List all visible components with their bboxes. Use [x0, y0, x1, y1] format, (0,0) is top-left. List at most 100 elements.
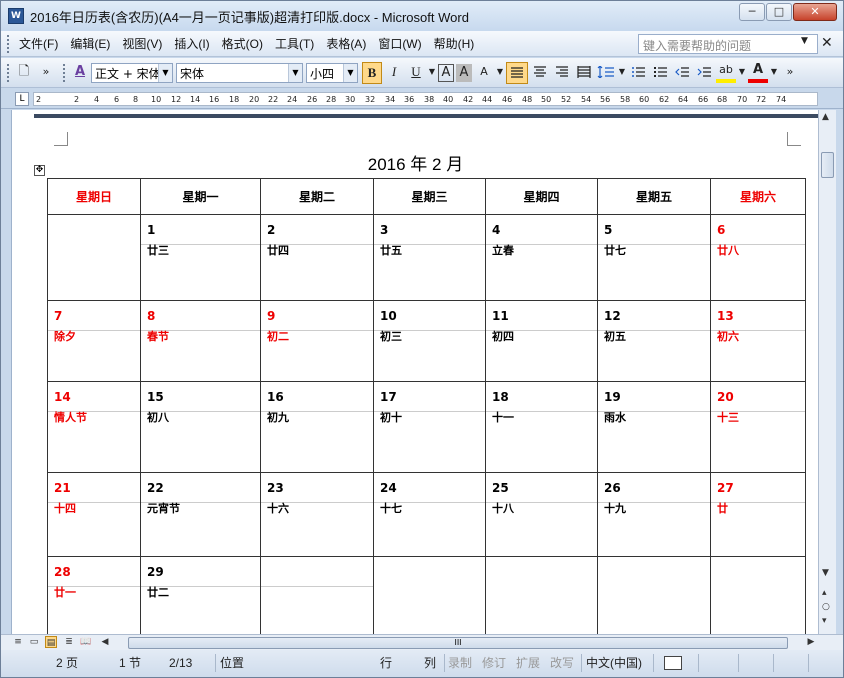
status-column[interactable]: 列 [424, 654, 436, 672]
minimize-button[interactable]: ─ [739, 3, 765, 21]
day-cell[interactable]: 14 情人节 [47, 381, 141, 473]
document-area[interactable]: 2016 年 2 月 ✥ 星期日 星期一 星期二 星期三 星期四 星期五 星期六… [11, 110, 818, 634]
spelling-check-icon[interactable] [664, 656, 682, 670]
menu-table[interactable]: 表格(A) [320, 33, 372, 54]
scroll-down-icon[interactable]: ▼ [822, 568, 829, 578]
day-cell[interactable]: 8 春节 [140, 300, 261, 382]
status-language[interactable]: 中文(中国) [586, 654, 642, 672]
toolbar-overflow-icon[interactable]: » [780, 62, 800, 84]
day-cell[interactable]: 29 廿二 [140, 556, 261, 634]
day-cell[interactable]: 26 十九 [597, 472, 711, 557]
day-cell[interactable]: 3 廿五 [373, 214, 486, 301]
document-close-icon[interactable]: ✕ [821, 35, 833, 51]
word-app-icon[interactable]: W [8, 8, 24, 24]
char-scale-button[interactable]: A [474, 62, 494, 84]
scroll-left-icon[interactable]: ◀ [99, 636, 111, 648]
ruler-scale[interactable]: 2 2 4 6 8 10 12 14 16 18 20 22 24 26 28 … [33, 92, 818, 106]
menu-help[interactable]: 帮助(H) [428, 33, 481, 54]
web-view-icon[interactable]: ▭ [28, 636, 40, 648]
align-justify-button[interactable] [506, 61, 528, 84]
vertical-scrollbar[interactable]: ▲ ▼ ▴ ○ ▾ [818, 110, 836, 634]
day-cell[interactable]: 5 廿七 [597, 214, 711, 301]
day-cell[interactable] [260, 556, 374, 634]
day-cell[interactable] [373, 556, 486, 634]
normal-view-icon[interactable]: ≡ [12, 636, 24, 648]
day-cell[interactable]: 18 十一 [485, 381, 598, 473]
day-cell[interactable]: 28 廿一 [47, 556, 141, 634]
day-cell[interactable]: 17 初十 [373, 381, 486, 473]
scroll-up-icon[interactable]: ▲ [822, 112, 829, 122]
print-layout-view-icon[interactable]: ▤ [45, 636, 57, 648]
calendar-table[interactable]: 星期日 星期一 星期二 星期三 星期四 星期五 星期六 1 廿三 2 廿四 3 廿五 … [47, 178, 806, 634]
reading-view-icon[interactable]: 📖 [80, 636, 92, 648]
day-cell[interactable]: 2 廿四 [260, 214, 374, 301]
font-size-combo[interactable]: 小四 ▼ [306, 62, 358, 83]
align-right-button[interactable] [552, 62, 572, 84]
status-overtype[interactable]: 改写 [550, 654, 574, 672]
day-cell[interactable]: 9 初二 [260, 300, 374, 382]
day-cell[interactable]: 11 初四 [485, 300, 598, 382]
highlight-button[interactable]: ab [716, 63, 736, 83]
increase-indent-button[interactable] [694, 62, 714, 84]
day-cell[interactable]: 10 初三 [373, 300, 486, 382]
day-cell[interactable] [485, 556, 598, 634]
new-document-icon[interactable]: 🗋 [14, 62, 34, 84]
status-track-changes[interactable]: 修订 [482, 654, 506, 672]
table-move-handle-icon[interactable]: ✥ [34, 165, 45, 176]
menu-insert[interactable]: 插入(I) [168, 33, 215, 54]
next-page-icon[interactable]: ▾ [822, 616, 827, 626]
day-cell[interactable]: 13 初六 [710, 300, 806, 382]
char-scale-dropdown-icon[interactable]: ▼ [496, 62, 504, 84]
tab-selector-button[interactable]: L [15, 92, 29, 106]
help-dropdown-icon[interactable]: ▼ [801, 36, 808, 46]
day-cell[interactable]: 7 除夕 [47, 300, 141, 382]
day-cell[interactable] [710, 556, 806, 634]
toolbar-grip-icon[interactable] [7, 63, 13, 82]
maximize-button[interactable]: □ [766, 3, 792, 21]
menu-format[interactable]: 格式(O) [216, 33, 269, 54]
toolbar-overflow-icon[interactable]: » [36, 62, 56, 84]
chevron-down-icon[interactable]: ▼ [343, 63, 357, 82]
menu-view[interactable]: 视图(V) [116, 33, 168, 54]
day-cell[interactable]: 21 十四 [47, 472, 141, 557]
day-cell[interactable]: 25 十八 [485, 472, 598, 557]
day-cell[interactable]: 16 初九 [260, 381, 374, 473]
align-center-button[interactable] [530, 62, 550, 84]
day-cell[interactable]: 23 十六 [260, 472, 374, 557]
styles-pane-icon[interactable]: A [70, 62, 90, 84]
underline-button[interactable]: U [406, 62, 426, 84]
scroll-right-icon[interactable]: ▶ [805, 636, 817, 648]
status-record[interactable]: 录制 [448, 654, 472, 672]
horizontal-ruler[interactable]: L 2 2 4 6 8 10 12 14 16 18 20 22 24 26 2… [1, 89, 843, 109]
status-position[interactable]: 位置 [220, 654, 244, 672]
day-cell[interactable]: 27 廿 [710, 472, 806, 557]
day-cell[interactable]: 24 十七 [373, 472, 486, 557]
day-cell[interactable]: 1 廿三 [140, 214, 261, 301]
font-color-dropdown-icon[interactable]: ▼ [770, 62, 778, 84]
day-cell[interactable] [597, 556, 711, 634]
underline-dropdown-icon[interactable]: ▼ [428, 62, 436, 84]
char-border-button[interactable]: A [438, 63, 454, 82]
highlight-dropdown-icon[interactable]: ▼ [738, 62, 746, 84]
previous-page-icon[interactable]: ▴ [822, 588, 827, 598]
menu-window[interactable]: 窗口(W) [372, 33, 427, 54]
day-cell[interactable]: 19 雨水 [597, 381, 711, 473]
day-cell[interactable] [47, 214, 141, 301]
bold-button[interactable]: B [362, 61, 382, 84]
horizontal-scroll-thumb[interactable]: III [128, 637, 788, 649]
italic-button[interactable]: I [384, 62, 404, 84]
decrease-indent-button[interactable] [672, 62, 692, 84]
horizontal-scrollbar[interactable]: ≡ ▭ ▤ ≣ 📖 ◀ III ▶ [1, 634, 843, 650]
chevron-down-icon[interactable]: ▼ [288, 63, 302, 82]
char-shading-button[interactable]: A [456, 63, 472, 82]
font-color-button[interactable]: A [748, 62, 768, 83]
status-page-count[interactable]: 2/13 [169, 654, 192, 672]
line-spacing-button[interactable] [596, 62, 616, 84]
day-cell[interactable]: 12 初五 [597, 300, 711, 382]
close-button[interactable]: ✕ [793, 3, 837, 21]
font-combo[interactable]: 宋体 ▼ [176, 62, 303, 83]
day-cell[interactable]: 15 初八 [140, 381, 261, 473]
numbering-button[interactable] [628, 62, 648, 84]
status-line[interactable]: 行 [380, 654, 392, 672]
day-cell[interactable]: 20 十三 [710, 381, 806, 473]
